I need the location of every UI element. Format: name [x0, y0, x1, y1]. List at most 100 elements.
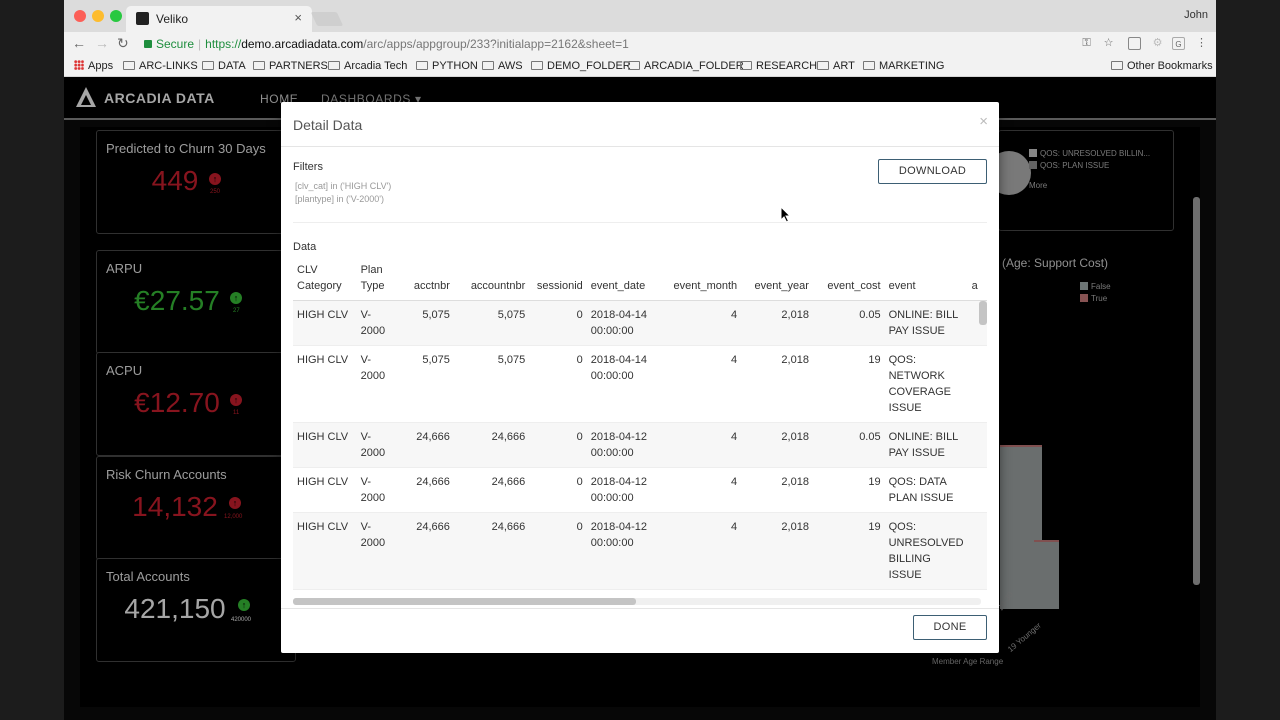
table-cell: 0 [529, 345, 587, 423]
google-extension-icon[interactable]: G [1172, 37, 1185, 50]
settings-extension-icon[interactable]: ⚙ [1151, 37, 1164, 50]
star-icon[interactable]: ☆ [1102, 37, 1115, 50]
folder-icon [1111, 61, 1123, 70]
table-cell: 4 [659, 422, 742, 468]
column-header[interactable]: event_year [741, 257, 813, 301]
table-cell: 5,075 [397, 300, 454, 346]
menu-dots-icon[interactable]: ⋮ [1195, 37, 1208, 50]
column-header[interactable]: sessionid [529, 257, 587, 301]
secure-label: Secure [156, 37, 195, 51]
bookmark-folder[interactable]: PYTHON [416, 60, 478, 72]
download-button[interactable]: DOWNLOAD [878, 159, 987, 184]
back-arrow-icon[interactable]: ← [72, 35, 86, 51]
bookmark-folder[interactable]: ARCADIA_FOLDER [628, 60, 744, 72]
table-cell: V-2000 [356, 589, 398, 597]
reload-icon[interactable]: ↻ [117, 35, 129, 52]
url-host: demo.arcadiadata.com [241, 37, 364, 51]
folder-icon [628, 61, 640, 70]
column-header[interactable]: Plan Type [356, 257, 398, 301]
table-cell: 2,018 [741, 300, 813, 346]
table-horizontal-scrollbar[interactable] [293, 598, 981, 605]
bookmark-folder[interactable]: AWS [482, 60, 523, 72]
key-icon[interactable]: ⚿ [1080, 37, 1093, 50]
table-cell: 24,666 [453, 589, 530, 597]
table-cell [967, 512, 987, 590]
table-vertical-scrollbar[interactable] [979, 301, 987, 325]
column-header[interactable]: event_month [659, 257, 742, 301]
url-path: /arc/apps/appgroup/233?initialapp=2162&s… [363, 37, 629, 51]
address-bar[interactable]: Secure | https://demo.arcadiadata.com/arc/… [142, 35, 1106, 54]
table-cell: 24,666 [397, 467, 454, 513]
table-cell [967, 467, 987, 513]
bookmark-folder[interactable]: RESEARCH [740, 60, 817, 72]
folder-icon [482, 61, 494, 70]
column-header[interactable]: event [884, 257, 968, 301]
table-cell: 5,075 [397, 345, 454, 423]
bookmark-folder[interactable]: DATA [202, 60, 246, 72]
modal-footer-divider [281, 608, 999, 609]
column-header[interactable]: accountnbr [453, 257, 530, 301]
table-row[interactable]: HIGH CLVV-200024,66624,66602018-04-12 00… [293, 422, 987, 468]
done-button[interactable]: DONE [913, 615, 987, 640]
column-header[interactable]: CLV Category [293, 257, 357, 301]
new-tab-button[interactable] [310, 12, 344, 26]
table-cell: 24,666 [453, 467, 530, 513]
browser-tab[interactable]: Veliko × [126, 6, 312, 32]
table-cell: 2018-04-14 00:00:00 [586, 345, 660, 423]
bookmark-folder[interactable]: ART [817, 60, 855, 72]
tab-close-icon[interactable]: × [294, 10, 302, 25]
table-cell: 0 [529, 589, 587, 597]
close-window-button[interactable] [74, 10, 86, 22]
table-cell: 2018-04-12 00:00:00 [586, 589, 660, 597]
screen: Veliko × John ← → ↻ Secure | https://demo.… [0, 0, 1280, 720]
table-row[interactable]: HIGH CLVV-200024,66624,66602018-04-12 00… [293, 467, 987, 513]
page: ARCADIA DATA HOME DASHBOARDS ▾ Predicted… [64, 77, 1216, 720]
close-icon[interactable]: × [979, 113, 988, 130]
other-bookmarks[interactable]: Other Bookmarks [1111, 60, 1213, 72]
column-header[interactable]: event_cost [812, 257, 885, 301]
scrollbar-thumb[interactable] [293, 598, 636, 605]
table-cell: 5,075 [453, 345, 530, 423]
table-cell: QOS: UNRESOLVED BILLING ISSUE [884, 512, 968, 590]
table-cell: 0 [529, 512, 587, 590]
table-cell: HIGH CLV [293, 345, 357, 423]
table-cell: V-2000 [356, 345, 398, 423]
folder-icon [863, 61, 875, 70]
table-cell: QOS: DATA PLAN ISSUE [884, 467, 968, 513]
table-cell [967, 422, 987, 468]
profile-name[interactable]: John [1184, 9, 1208, 21]
bookmarks-bar: Apps ARC-LINKS DATA PARTNERS Arcadia Tec… [64, 56, 1216, 77]
bookmark-folder[interactable]: ARC-LINKS [123, 60, 198, 72]
folder-icon [328, 61, 340, 70]
bookmark-folder[interactable]: DEMO_FOLDER [531, 60, 631, 72]
minimize-window-button[interactable] [92, 10, 104, 22]
bookmark-folder[interactable]: Arcadia Tech [328, 60, 407, 72]
table-cell: HIGH CLV [293, 422, 357, 468]
table-row[interactable]: HIGH CLV V-2000 5,075 5,075 0 2018-04-14 00:0… [293, 345, 987, 423]
mouse-cursor-icon [780, 206, 792, 223]
table-cell: 5,075 [453, 300, 530, 346]
bookmark-folder[interactable]: PARTNERS [253, 60, 328, 72]
folder-icon [123, 61, 135, 70]
table-cell: 0.05 [812, 422, 885, 468]
table-cell: 19 [812, 589, 885, 597]
column-header[interactable]: event_date [586, 257, 660, 301]
table-row[interactable]: HIGH CLV V-2000 5,075 5,075 0 2018-04-14 00:0… [293, 300, 987, 346]
column-header[interactable]: a [967, 257, 987, 301]
forward-arrow-icon[interactable]: → [95, 35, 109, 51]
table-cell: HIGH CLV [293, 589, 357, 597]
data-table-container[interactable]: CLV Category Plan Type acctnbr accountnb… [293, 257, 987, 597]
table-row[interactable]: HIGH CLVV-200024,66624,66602018-04-12 00… [293, 589, 987, 597]
url-scheme: https:// [205, 37, 242, 51]
filter-expression: [clv_cat] in ('HIGH CLV') [295, 181, 392, 191]
table-cell: 19 [812, 345, 885, 423]
table-cell: 2,018 [741, 467, 813, 513]
column-header[interactable]: acctnbr [397, 257, 454, 301]
bookmark-apps[interactable]: Apps [74, 60, 113, 72]
maximize-window-button[interactable] [110, 10, 122, 22]
folder-icon [740, 61, 752, 70]
bookmark-folder[interactable]: MARKETING [863, 60, 944, 72]
table-row[interactable]: HIGH CLVV-200024,66624,66602018-04-12 00… [293, 512, 987, 590]
table-cell: ONLINE: BILL PAY ISSUE [884, 300, 968, 346]
extension-icon[interactable] [1128, 37, 1141, 50]
